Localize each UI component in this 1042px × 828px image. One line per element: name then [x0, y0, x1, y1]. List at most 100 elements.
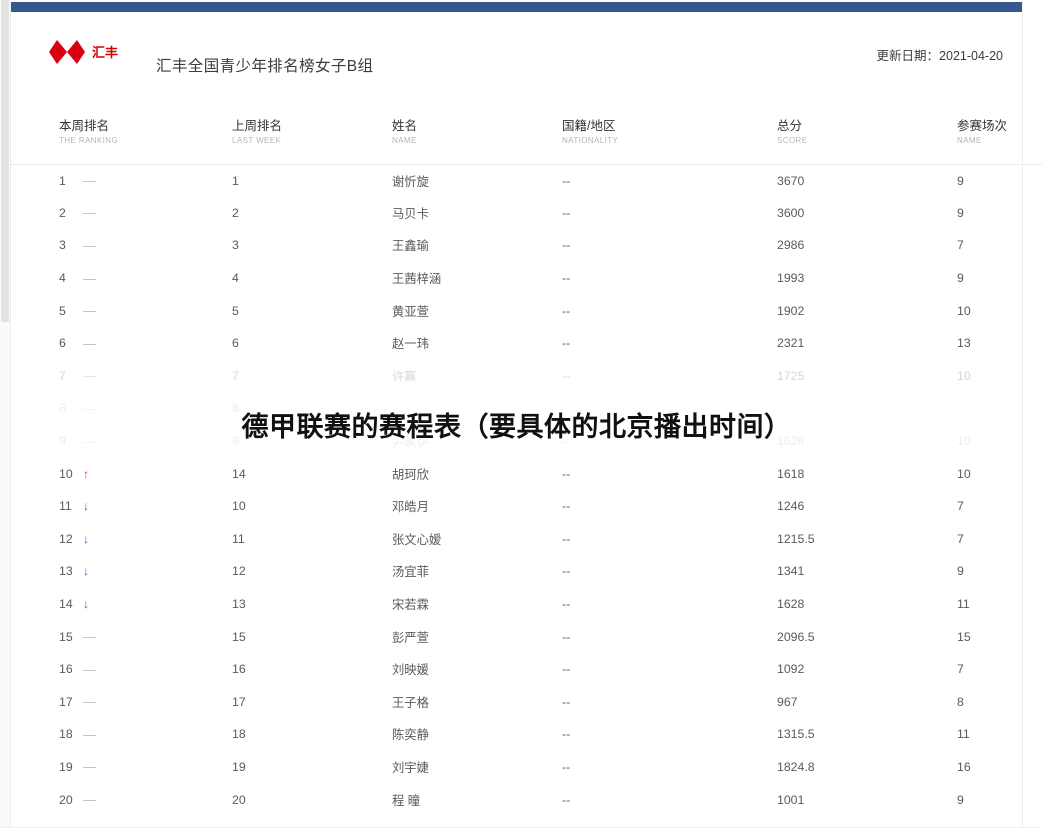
vertical-scrollbar[interactable]: [0, 0, 11, 828]
trend-same-icon: —: [83, 661, 96, 677]
table-row[interactable]: 1—1谢忻旋--36709407.7778: [11, 164, 1042, 197]
rank-number: 4: [59, 271, 66, 286]
ranking-table-wrap: 本周排名 THE RANKING 上周排名 LAST WEEK 姓名 NAME: [11, 102, 1042, 816]
cell-nationality: --: [562, 303, 571, 318]
cell-matches-played: 9: [957, 792, 964, 807]
trend-same-icon: —: [83, 335, 96, 351]
cell-total-score: 3600: [777, 205, 805, 220]
cell-this-week-rank: 16 —: [11, 653, 184, 686]
table-row[interactable]: 15—15彭严萱--2096.515139.7667: [11, 620, 1042, 653]
scrollbar-thumb[interactable]: [1, 0, 9, 322]
trend-same-icon: —: [83, 400, 96, 416]
table-row[interactable]: 14↓13宋若霖--162811148: [11, 588, 1042, 621]
cell-nationality: --: [562, 531, 571, 546]
table-row[interactable]: 5—5黄亚萱--190210190.2: [11, 294, 1042, 327]
cell-total-score: [727, 392, 907, 425]
table-row[interactable]: 8—8170.75: [11, 392, 1042, 425]
rank-number: 6: [59, 336, 66, 351]
cell-total-score: 2986: [777, 238, 805, 253]
cell-nationality: --: [562, 564, 571, 579]
trend-same-icon: —: [83, 205, 96, 221]
update-date: 更新日期：2021-04-20: [876, 49, 1003, 63]
cell-player-name: 程 曈: [392, 793, 421, 808]
cell-last-week-rank: 11: [232, 531, 245, 546]
cell-nationality: --: [562, 238, 571, 253]
trend-down-icon: ↓: [83, 597, 89, 612]
cell-this-week-rank: 11 ↓: [11, 490, 184, 523]
table-row[interactable]: 9—9尹家伊--162610162.6: [11, 425, 1042, 458]
cell-player-name: 王茜梓涵: [392, 272, 442, 287]
cell-matches-played: 11: [957, 727, 970, 742]
cell-this-week-rank: 10 ↑: [11, 457, 184, 490]
rank-cell: 17 —: [59, 695, 96, 709]
cell-matches-played: 7: [957, 499, 964, 514]
cell-last-week-rank: 18: [232, 727, 246, 742]
rank-cell: 19 —: [59, 760, 96, 774]
table-row[interactable]: 6—6赵一玮--232113178.5385: [11, 327, 1042, 360]
cell-this-week-rank: 8—: [11, 392, 184, 425]
table-row[interactable]: 19—19刘宇婕--1824.816114.05: [11, 751, 1042, 784]
table-row[interactable]: 13↓12汤宜菲--13419149: [11, 555, 1042, 588]
rank-number: 11: [59, 499, 72, 514]
cell-this-week-rank: 7—: [11, 360, 184, 393]
cell-matches-played: 16: [957, 759, 971, 774]
cell-total-score: 1315.5: [777, 727, 815, 742]
rank-number: 3: [59, 238, 66, 253]
table-row[interactable]: 11↓10邓皓月--12467155.75: [11, 490, 1042, 523]
cell-nationality: --: [562, 694, 571, 709]
cell-total-score: 1618: [777, 466, 805, 481]
rank-number: 20: [59, 792, 73, 807]
rank-cell: 7—: [59, 369, 96, 383]
table-row[interactable]: 12↓11张文心嫒--1215.57151.9375: [11, 523, 1042, 556]
trend-up-icon: ↑: [83, 466, 89, 481]
top-accent-bar: [11, 2, 1022, 12]
trend-same-icon: —: [83, 792, 96, 808]
rank-number: 18: [59, 727, 73, 742]
table-row[interactable]: 10↑14胡珂欣--161810161.8: [11, 457, 1042, 490]
table-row[interactable]: 3—3王鑫瑜--29867373.25: [11, 229, 1042, 262]
rank-cell: 5—: [59, 304, 96, 318]
cell-total-score: 3670: [777, 173, 805, 188]
cell-last-week-rank: 14: [232, 466, 246, 481]
rank-cell: 3—: [59, 238, 96, 252]
cell-total-score: 1001: [777, 792, 805, 807]
table-row[interactable]: 7—7许赢--172510172.5: [11, 360, 1042, 393]
ranking-table: 本周排名 THE RANKING 上周排名 LAST WEEK 姓名 NAME: [11, 102, 1042, 816]
column-header-en: NATIONALITY: [562, 136, 619, 146]
trend-same-icon: —: [83, 759, 96, 775]
cell-player-name: 尹家伊: [392, 435, 429, 450]
cell-player-name: 刘宇婕: [392, 760, 429, 775]
rank-cell: 13 ↓: [59, 564, 89, 578]
column-header-cn: 上周排名: [232, 119, 283, 134]
cell-last-week-rank: 6: [232, 336, 239, 351]
table-row[interactable]: 18—18陈奕静--1315.511119.5909: [11, 718, 1042, 751]
cell-this-week-rank: 4—: [11, 262, 184, 295]
column-header-total-score: 总分 SCORE: [727, 102, 907, 164]
table-head: 本周排名 THE RANKING 上周排名 LAST WEEK 姓名 NAME: [11, 102, 1042, 164]
column-header-this-week-rank: 本周排名 THE RANKING: [11, 102, 184, 164]
cell-last-week-rank: 8: [232, 401, 239, 416]
cell-total-score: 1246: [777, 499, 805, 514]
rank-number: 12: [59, 531, 73, 546]
rank-number: 17: [59, 694, 73, 709]
table-row[interactable]: 4—4王茜梓涵--19939221.4444: [11, 262, 1042, 295]
cell-nationality: --: [562, 499, 571, 514]
table-row[interactable]: 17—17王子格--9678120.875: [11, 686, 1042, 719]
trend-down-icon: ↓: [83, 531, 89, 546]
table-header-row: 本周排名 THE RANKING 上周排名 LAST WEEK 姓名 NAME: [11, 102, 1042, 164]
cell-matches-played: 9: [957, 173, 964, 188]
cell-matches-played: 10: [957, 368, 971, 383]
table-row[interactable]: 2—2马贝卡--36009400: [11, 197, 1042, 230]
cell-last-week-rank: 17: [232, 694, 246, 709]
cell-nationality: --: [562, 792, 571, 807]
cell-player-name: 黄亚萱: [392, 304, 429, 319]
cell-total-score: 1628: [777, 597, 805, 612]
column-header-en: LAST WEEK: [232, 136, 282, 146]
column-header-cn: 姓名: [392, 119, 418, 134]
table-row[interactable]: 20—20程 曈--10019111.2222: [11, 783, 1042, 816]
cell-last-week-rank: 19: [232, 759, 246, 774]
trend-same-icon: —: [83, 629, 96, 645]
cell-last-week-rank: 9: [232, 434, 239, 449]
table-row[interactable]: 16—16刘映媛--10927136.5: [11, 653, 1042, 686]
column-header-en: SCORE: [777, 136, 808, 146]
